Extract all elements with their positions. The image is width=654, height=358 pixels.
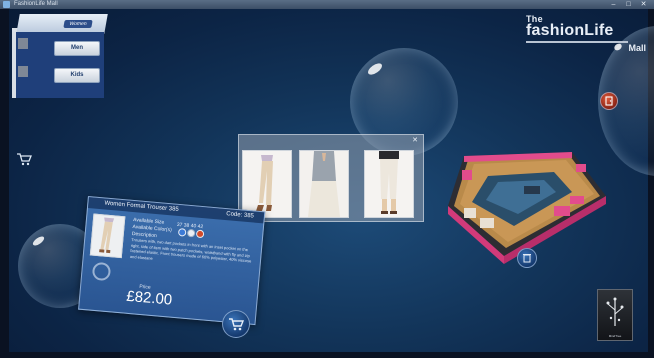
category-men-button[interactable]: Men (54, 41, 100, 56)
brand-mall: Mall (628, 43, 646, 53)
title-bar: FashionLife Mall – □ ✕ (0, 0, 654, 9)
close-icon[interactable]: ✕ (412, 136, 418, 144)
cube-top: Women (16, 14, 108, 34)
app-window: FashionLife Mall – □ ✕ Women Men Kids Th… (0, 0, 654, 358)
add-to-cart-icon[interactable] (222, 310, 250, 338)
app-icon (3, 1, 10, 8)
window-frame-left (0, 9, 9, 358)
logo-text: MindTree (608, 334, 622, 338)
category-kids-button[interactable]: Kids (54, 68, 100, 83)
window-controls: – □ ✕ (609, 0, 648, 9)
category-women-label[interactable]: Women (63, 20, 93, 28)
color-swatch[interactable] (195, 229, 205, 239)
product-thumbnail[interactable] (89, 213, 126, 259)
color-swatch[interactable] (186, 228, 196, 238)
gallery-item-trouser-back[interactable] (364, 150, 414, 218)
cube-front: Men Kids (16, 32, 104, 98)
category-thumbnail (18, 38, 28, 49)
category-thumbnail (18, 66, 28, 77)
gallery-item-trouser-side[interactable] (242, 150, 292, 218)
product-description: Trousers with, two dart pockets in front… (129, 236, 252, 264)
brand-logo: The fashionLife Mall (526, 14, 648, 53)
cart-icon[interactable] (16, 152, 32, 169)
brand-name: fashionLife (526, 22, 614, 39)
window-title: FashionLife Mall (14, 1, 58, 7)
product-code: Code: 385 (225, 211, 255, 220)
product-detail-card: Women Formal Trouser 385 Code: 385 Avail… (78, 196, 266, 326)
trash-icon[interactable] (517, 248, 537, 268)
category-cube[interactable]: Women Men Kids (12, 14, 108, 98)
mall-3d-map[interactable] (444, 146, 612, 264)
product-price: £82.00 (125, 287, 173, 309)
gallery-item-trouser-front[interactable] (299, 150, 349, 218)
window-frame-bottom (0, 352, 654, 358)
mindtree-logo: MindTree (597, 289, 633, 341)
color-swatch[interactable] (177, 228, 187, 237)
close-window-button[interactable]: ✕ (639, 0, 648, 9)
maximize-button[interactable]: □ (624, 0, 633, 9)
rotate-icon[interactable] (91, 261, 112, 282)
product-gallery-panel: ✕ (238, 134, 424, 222)
product-name: Women Formal Trouser 385 (104, 200, 179, 213)
exit-door-icon[interactable] (600, 92, 618, 110)
minimize-button[interactable]: – (609, 0, 618, 9)
